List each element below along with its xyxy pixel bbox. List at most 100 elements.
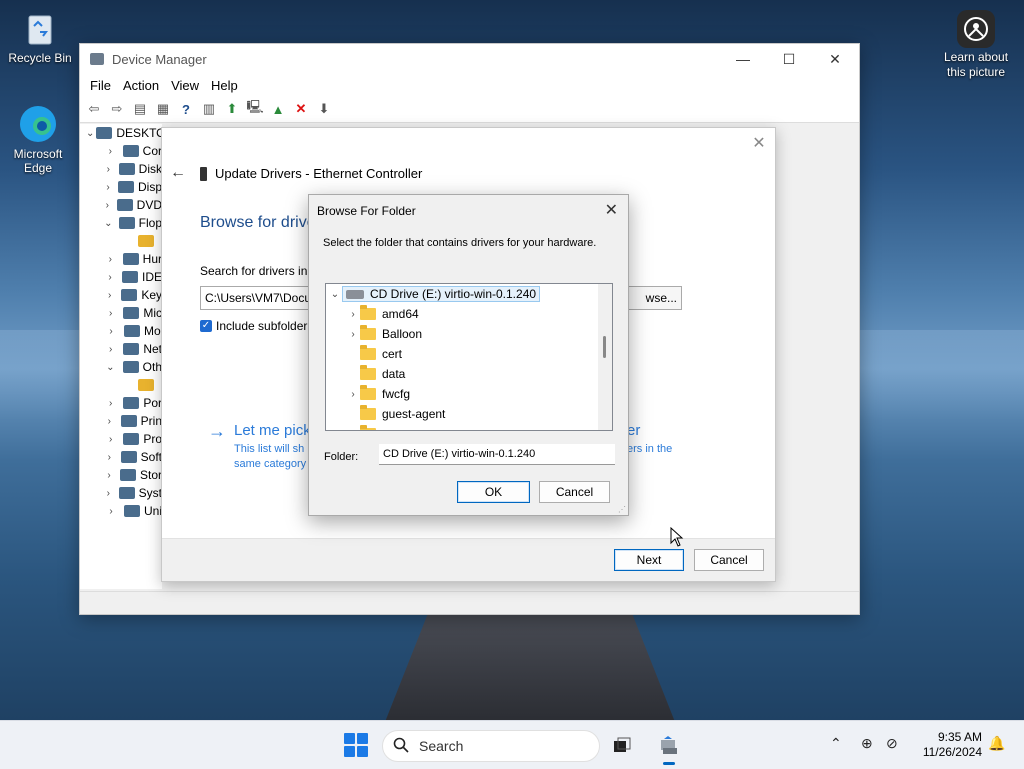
clock-time: 9:35 AM	[937, 730, 982, 744]
selected-item: CD Drive (E:) virtio-win-0.1.240	[342, 286, 541, 302]
device-manager-taskbar-icon[interactable]	[655, 731, 683, 765]
learn-label: Learn about this picture	[943, 50, 1009, 79]
tree-item[interactable]	[80, 232, 162, 250]
chevron-right-icon: ›	[351, 388, 355, 400]
folder-item[interactable]: cert	[346, 344, 402, 364]
help-icon[interactable]: ?	[176, 100, 196, 118]
tree-item[interactable]: › Prin	[80, 412, 162, 430]
device-icon	[122, 253, 139, 265]
clock[interactable]: 9:35 AM 11/26/2024	[918, 730, 982, 760]
cancel-button[interactable]: Cancel	[694, 549, 764, 571]
tree-item[interactable]	[80, 376, 162, 394]
show-hidden-icon[interactable]: ▦	[153, 100, 173, 118]
folder-input[interactable]: CD Drive (E:) virtio-win-0.1.240	[379, 444, 615, 465]
tree-item[interactable]: › Cor	[80, 142, 162, 160]
chevron-right-icon: ›	[107, 469, 111, 481]
folder-label: Folder:	[324, 451, 359, 463]
tree-item-label: DVD	[136, 198, 162, 212]
download-icon[interactable]: ⬇	[314, 100, 334, 118]
tree-item[interactable]: › Hur	[80, 250, 162, 268]
uninstall-icon[interactable]: ✕	[291, 100, 311, 118]
tree-item[interactable]: › Uni	[80, 502, 162, 520]
tree-item[interactable]: › Net	[80, 340, 162, 358]
folder-item[interactable]: guest-agent	[346, 404, 445, 424]
task-view-icon[interactable]	[608, 731, 636, 759]
maximize-button[interactable]: ☐	[766, 44, 812, 74]
chevron-right-icon: ›	[106, 181, 110, 193]
tree-item[interactable]: ⌄ Oth	[80, 358, 162, 376]
folder-item[interactable]: › Balloon	[346, 324, 422, 344]
tree-item-label: Soft	[140, 450, 162, 464]
chevron-right-icon: ›	[109, 325, 113, 337]
close-icon[interactable]: ✕	[605, 200, 618, 220]
start-button[interactable]	[344, 733, 368, 757]
folder-icon	[360, 305, 376, 320]
forward-arrow-icon[interactable]: ⇨	[107, 100, 127, 118]
folder-name: guest-agent	[382, 407, 446, 421]
dialog-title: Browse For Folder	[317, 204, 416, 218]
back-arrow-icon[interactable]: ←	[170, 164, 186, 182]
tree-item[interactable]: › Disp	[80, 178, 162, 196]
recycle-bin-icon	[20, 8, 60, 48]
folder-item[interactable]: data	[346, 364, 405, 384]
menu-view[interactable]: View	[165, 78, 205, 93]
back-arrow-icon[interactable]: ⇦	[84, 100, 104, 118]
next-button[interactable]: Next	[614, 549, 684, 571]
tree-item[interactable]: › Por	[80, 394, 162, 412]
tree-item[interactable]: › Stor	[80, 466, 162, 484]
properties-icon[interactable]: ▤	[130, 100, 150, 118]
tree-item[interactable]: ⌄ Flop	[80, 214, 162, 232]
chevron-right-icon: ›	[351, 308, 355, 320]
tree-item[interactable]: › Pro	[80, 430, 162, 448]
chevron-right-icon: ›	[106, 163, 110, 175]
browse-button[interactable]: wse...	[620, 286, 682, 310]
resize-grip-icon[interactable]: ⋰	[618, 505, 626, 514]
search-icon	[393, 737, 409, 756]
include-subfolders-checkbox[interactable]: ✓ Include subfolder	[200, 319, 307, 333]
desktop-icon-recycle-bin[interactable]: Recycle Bin	[2, 8, 78, 65]
notification-bell-icon[interactable]: 🔔	[988, 735, 1005, 752]
scan-hardware-icon[interactable]: 🖳	[245, 99, 265, 118]
tree-item[interactable]: › DVD	[80, 196, 162, 214]
menu-action[interactable]: Action	[117, 78, 165, 93]
scrollbar[interactable]	[598, 284, 612, 430]
device-icon	[123, 343, 140, 355]
tree-item[interactable]: › Key	[80, 286, 162, 304]
learn-about-picture[interactable]: Learn about this picture	[938, 10, 1014, 80]
device-icon	[120, 451, 137, 463]
folder-item[interactable]: › amd64	[346, 304, 419, 324]
folder-item-partial[interactable]	[346, 424, 382, 430]
chevron-down-icon: ⌄	[106, 361, 115, 373]
close-button[interactable]: ✕	[812, 44, 858, 74]
tree-item[interactable]: › Mo	[80, 322, 162, 340]
tree-item[interactable]: › IDE	[80, 268, 162, 286]
close-icon[interactable]: ✕	[749, 134, 769, 154]
tree-item[interactable]: › Disk	[80, 160, 162, 178]
tree-root[interactable]: ⌄ DESKTO	[80, 124, 162, 142]
tree-item[interactable]: › Soft	[80, 448, 162, 466]
menu-help[interactable]: Help	[205, 78, 244, 93]
desktop-icon-edge[interactable]: Microsoft Edge	[0, 104, 76, 175]
clock-date: 11/26/2024	[922, 745, 982, 759]
minimize-button[interactable]: —	[720, 44, 766, 74]
pick-from-list-link-tail[interactable]: er	[627, 422, 640, 439]
network-icon[interactable]: ⊘	[886, 735, 898, 752]
enable-device-icon[interactable]: ▲	[268, 100, 288, 118]
taskbar-search[interactable]: Search	[382, 730, 600, 762]
tree-item[interactable]: › Mic	[80, 304, 162, 322]
view-icon[interactable]: ▥	[199, 100, 219, 118]
tree-item-label: Cor	[142, 144, 162, 158]
search-location-label: Search for drivers in t	[200, 264, 315, 278]
ok-button[interactable]: OK	[457, 481, 530, 503]
folder-item[interactable]: › fwcfg	[346, 384, 410, 404]
menu-file[interactable]: File	[84, 78, 117, 93]
driver-path-input[interactable]: C:\Users\VM7\Docu	[200, 286, 316, 310]
tree-root-drive[interactable]: ⌄ CD Drive (E:) virtio-win-0.1.240	[328, 284, 541, 304]
update-driver-icon[interactable]: ⬆	[222, 100, 242, 118]
cancel-button[interactable]: Cancel	[539, 481, 610, 503]
pick-from-list-link[interactable]: Let me pick	[234, 422, 311, 439]
tree-item[interactable]: › Syst	[80, 484, 162, 502]
scrollbar-thumb[interactable]	[603, 336, 606, 358]
globe-icon[interactable]: ⊕	[861, 735, 873, 752]
chevron-up-icon[interactable]: ⌃	[830, 735, 842, 752]
